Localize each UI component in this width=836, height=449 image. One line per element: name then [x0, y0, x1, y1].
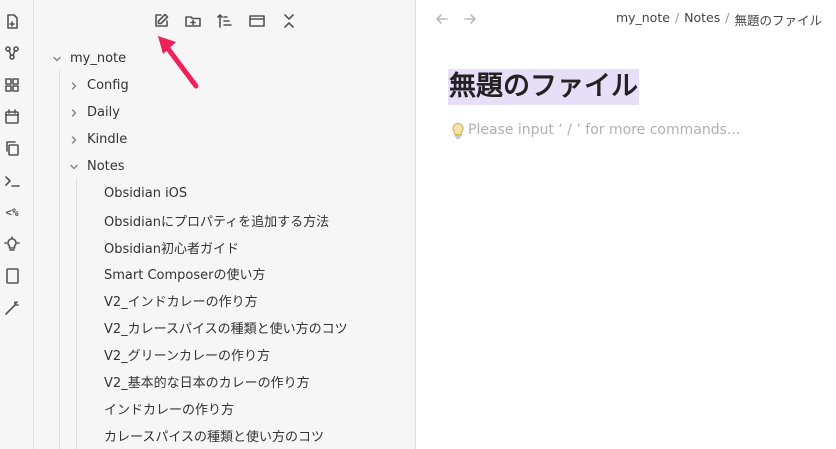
- tree-note[interactable]: Obsidian iOS: [104, 182, 187, 204]
- breadcrumb-file[interactable]: 無題のファイル: [734, 10, 822, 29]
- tree-note[interactable]: Obsidianにプロパティを追加する方法: [104, 209, 329, 231]
- new-note-icon[interactable]: [151, 11, 171, 31]
- template-icon[interactable]: <%: [3, 203, 21, 221]
- forward-arrow-icon[interactable]: [461, 10, 479, 28]
- chevron-down-icon: [69, 161, 79, 171]
- collapse-view-icon[interactable]: [247, 11, 267, 31]
- tree-folder-config[interactable]: Config: [69, 74, 129, 96]
- tree-note[interactable]: V2_基本的な日本のカレーの作り方: [104, 370, 310, 392]
- tree-note[interactable]: Smart Composerの使い方: [104, 262, 265, 284]
- folder-label: Config: [87, 77, 129, 93]
- note-label: Obsidian iOS: [104, 185, 188, 201]
- breadcrumb-root[interactable]: my_note: [616, 10, 670, 29]
- terminal-icon[interactable]: [3, 172, 21, 190]
- chevron-right-icon: [69, 107, 79, 117]
- copy-icon[interactable]: [3, 139, 21, 157]
- back-arrow-icon[interactable]: [433, 10, 451, 28]
- graph-icon[interactable]: [3, 44, 21, 62]
- file-explorer: my_note Config Daily Kindle Notes Obsidi…: [34, 0, 416, 449]
- calendar-icon[interactable]: [3, 108, 21, 126]
- folder-label: Kindle: [87, 131, 128, 147]
- breadcrumb-separator: /: [674, 10, 680, 25]
- note-label: Obsidian初心者ガイド: [104, 241, 239, 257]
- folder-label: my_note: [70, 50, 127, 66]
- note-label: V2_インドカレーの作り方: [104, 294, 258, 310]
- note-label: カレースパイスの種類と使い方のコツ: [104, 429, 324, 445]
- tree-folder-daily[interactable]: Daily: [69, 101, 120, 123]
- chevron-down-icon: [52, 53, 62, 63]
- lightbulb-icon[interactable]: [3, 235, 21, 253]
- lightbulb-icon: [452, 122, 464, 139]
- breadcrumb-folder[interactable]: Notes: [684, 10, 720, 29]
- tree-note[interactable]: V2_インドカレーの作り方: [104, 289, 258, 311]
- breadcrumb-separator: /: [725, 10, 730, 25]
- magic-wand-icon[interactable]: [3, 299, 21, 317]
- placeholder-text: Please input ‘ / ’ for more commands...: [468, 122, 741, 138]
- editor-pane: my_note / Notes / 無題のファイル 無題のファイル Please…: [417, 0, 836, 449]
- collapse-all-icon[interactable]: [279, 11, 299, 31]
- note-label: V2_カレースパイスの種類と使い方のコツ: [104, 321, 348, 337]
- tree-note[interactable]: V2_グリーンカレーの作り方: [104, 343, 270, 365]
- sort-icon[interactable]: [215, 11, 235, 31]
- tree-note[interactable]: カレースパイスの種類と使い方のコツ: [104, 424, 324, 446]
- canvas-icon[interactable]: [3, 76, 21, 94]
- book-icon[interactable]: [3, 267, 21, 285]
- chevron-right-icon: [69, 134, 79, 144]
- new-folder-icon[interactable]: [183, 11, 203, 31]
- note-title[interactable]: 無題のファイル: [448, 69, 639, 105]
- chevron-right-icon: [69, 80, 79, 90]
- breadcrumb: my_note / Notes / 無題のファイル: [616, 10, 822, 29]
- tree-folder-notes[interactable]: Notes: [69, 155, 125, 177]
- note-label: V2_基本的な日本のカレーの作り方: [104, 375, 310, 391]
- folder-label: Daily: [87, 104, 120, 120]
- tree-note[interactable]: V2_カレースパイスの種類と使い方のコツ: [104, 316, 348, 338]
- left-ribbon: <%: [0, 0, 34, 449]
- tree-note[interactable]: インドカレーの作り方: [104, 397, 234, 419]
- note-label: V2_グリーンカレーの作り方: [104, 348, 271, 364]
- tree-note[interactable]: Obsidian初心者ガイド: [104, 236, 239, 258]
- editor-placeholder[interactable]: Please input ‘ / ’ for more commands...: [450, 121, 740, 139]
- template-label: <%: [5, 205, 19, 219]
- tree-indent-guide: [59, 70, 60, 449]
- note-label: Obsidianにプロパティを追加する方法: [104, 214, 330, 230]
- folder-label: Notes: [87, 158, 125, 174]
- tree-indent-guide: [76, 178, 77, 449]
- file-switch-icon[interactable]: [3, 13, 21, 31]
- note-label: インドカレーの作り方: [104, 402, 235, 418]
- tree-root-folder[interactable]: my_note: [52, 47, 126, 69]
- note-label: Smart Composerの使い方: [104, 267, 266, 283]
- tree-folder-kindle[interactable]: Kindle: [69, 128, 127, 150]
